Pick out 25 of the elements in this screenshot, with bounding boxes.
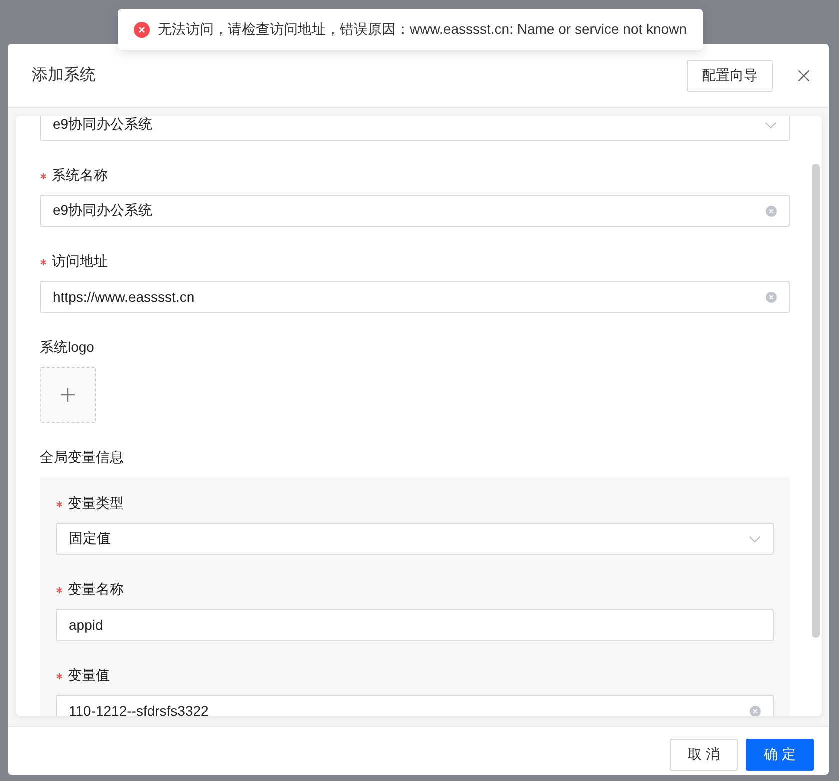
chevron-down-icon — [765, 120, 777, 130]
input-field[interactable]: https://www.easssst.cn — [40, 281, 790, 313]
select-field[interactable]: e9协同办公系统 — [40, 116, 790, 141]
field-label: 变量类型 — [68, 495, 124, 513]
toast-message: 无法访问，请检查访问地址，错误原因：www.easssst.cn: Name or service not known — [158, 20, 687, 38]
input-field[interactable]: appid — [56, 609, 774, 641]
field-label: 系统logo — [40, 339, 94, 357]
scrollbar[interactable] — [812, 164, 820, 638]
field-label: 系统名称 — [52, 167, 108, 185]
guide-button[interactable]: 配置向导 — [687, 60, 773, 92]
close-icon[interactable] — [797, 68, 811, 82]
select-field[interactable]: 固定值 — [56, 523, 774, 555]
field-label: 访问地址 — [52, 253, 108, 271]
input-field[interactable]: e9协同办公系统 — [40, 195, 790, 227]
input-field[interactable]: 110-1212--sfdrsfs3322 — [56, 695, 774, 716]
confirm-button[interactable]: 确 定 — [746, 739, 814, 771]
dialog-title: 添加系统 — [32, 66, 97, 86]
cancel-button[interactable]: 取 消 — [670, 739, 738, 771]
plus-icon — [61, 388, 75, 402]
error-icon — [134, 22, 150, 38]
chevron-down-icon — [749, 534, 761, 544]
field-label: 变量值 — [68, 667, 110, 685]
field-label: 变量名称 — [68, 581, 124, 599]
section-label: 全局变量信息 — [40, 448, 125, 467]
upload-box[interactable] — [40, 367, 96, 423]
